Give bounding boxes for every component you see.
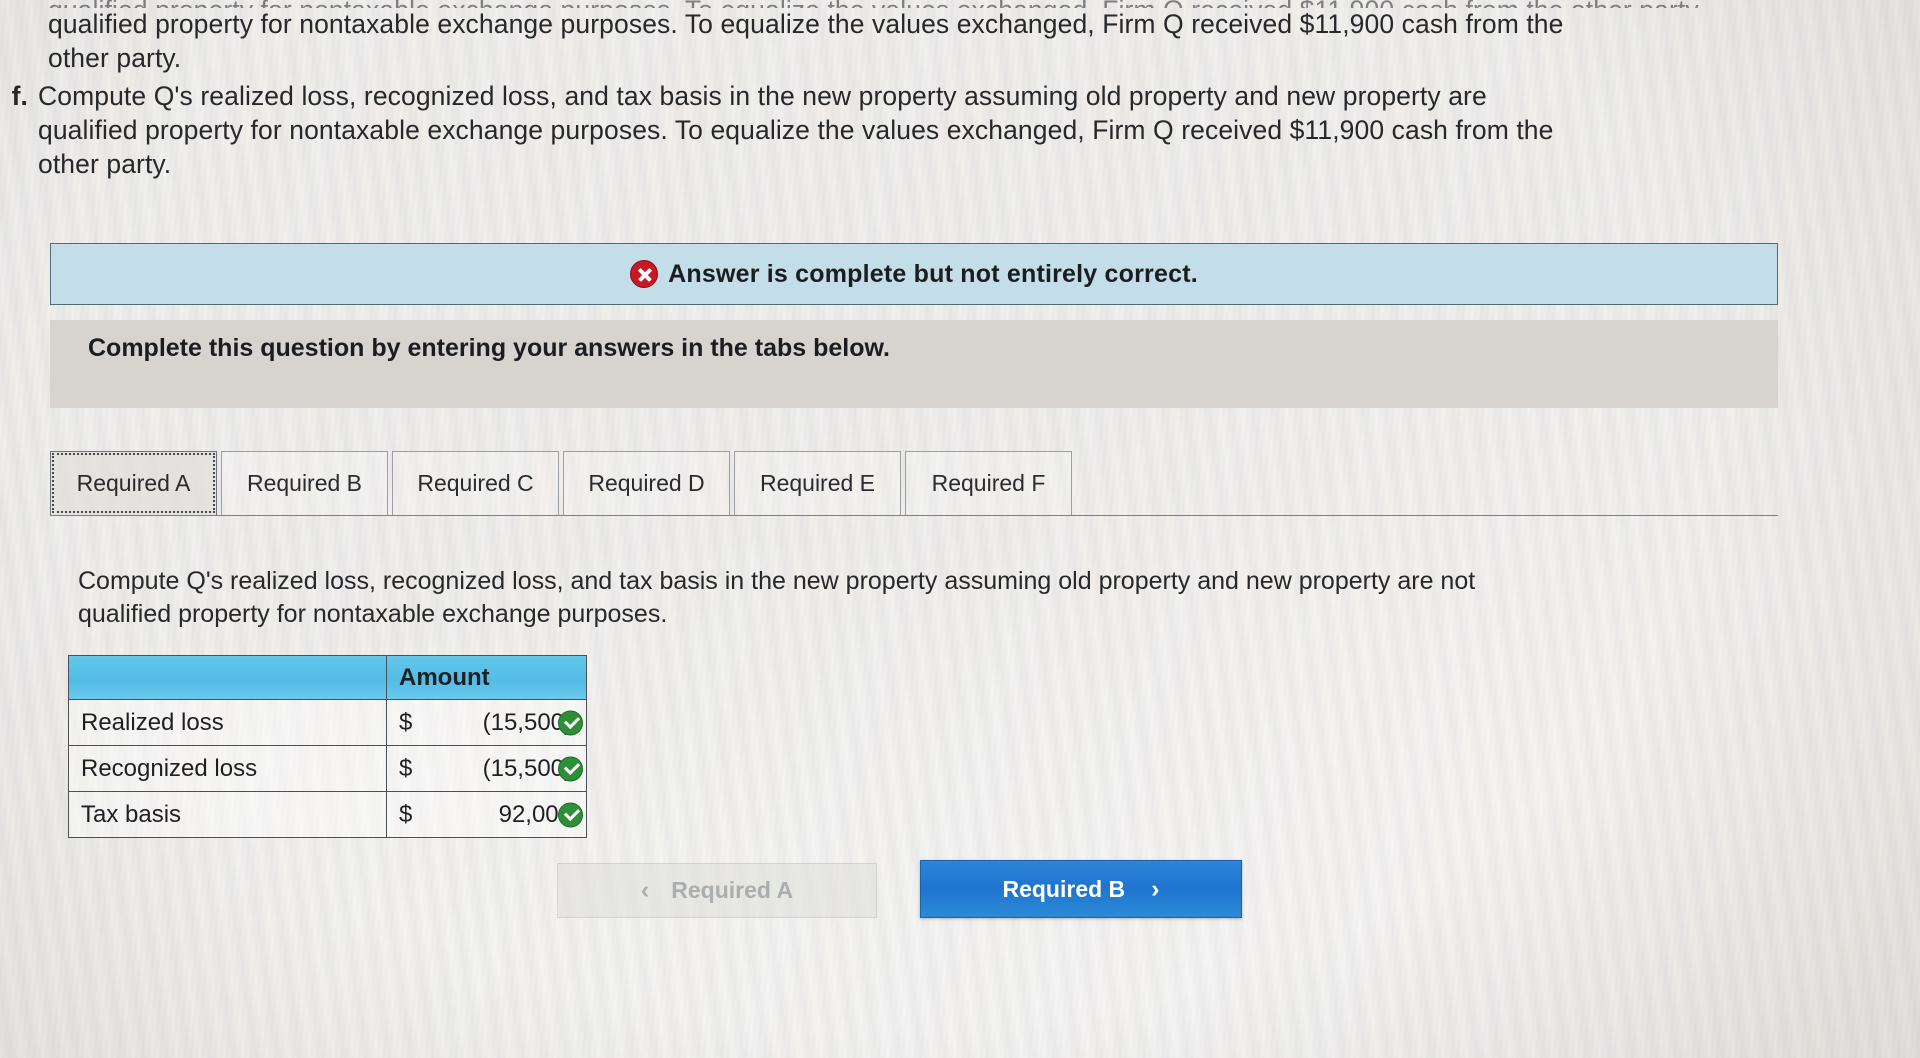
next-required-b-button[interactable]: Required B › xyxy=(920,860,1242,918)
tab-required-b-label: Required B xyxy=(246,470,363,496)
currency-symbol: $ xyxy=(399,708,413,736)
tab-required-a-label: Required A xyxy=(76,470,191,496)
currency-symbol: $ xyxy=(399,800,413,828)
sub-question-prompt-line-1: Compute Q's realized loss, recognized lo… xyxy=(78,567,1476,595)
answer-table-header-blank xyxy=(68,655,387,700)
row-amount-tax-basis[interactable]: $ 92,000 xyxy=(386,791,587,838)
tab-required-a[interactable]: Required A xyxy=(50,451,217,515)
instruction-strip: Complete this question by entering your … xyxy=(50,320,1778,408)
question-item-f-line-2: qualified property for nontaxable exchan… xyxy=(38,114,1554,145)
tab-required-d[interactable]: Required D xyxy=(563,451,730,515)
instruction-text: Complete this question by entering your … xyxy=(88,334,890,362)
required-tab-strip: Required A Required B Required C Require… xyxy=(50,444,1778,516)
table-row: Recognized loss $ (15,500) xyxy=(68,745,587,792)
row-amount-realized-loss[interactable]: $ (15,500) xyxy=(386,699,587,746)
table-row: Tax basis $ 92,000 xyxy=(68,791,587,838)
question-line-1: qualified property for nontaxable exchan… xyxy=(48,9,1564,39)
chevron-right-icon: › xyxy=(1151,874,1160,903)
answer-table-header-amount: Amount xyxy=(386,655,587,700)
row-label-recognized-loss: Recognized loss xyxy=(68,745,387,792)
status-banner-text: Answer is complete but not entirely corr… xyxy=(668,259,1198,288)
next-required-b-label: Required B xyxy=(1002,875,1126,902)
sub-question-prompt-line-2: qualified property for nontaxable exchan… xyxy=(78,599,668,628)
currency-symbol: $ xyxy=(399,754,413,782)
amount-value: (15,500) xyxy=(482,754,572,782)
question-clipped-line: qualified property for nontaxable exchan… xyxy=(48,0,1790,8)
tab-required-f-label: Required F xyxy=(931,470,1046,496)
question-text-block: qualified property for nontaxable exchan… xyxy=(0,0,1790,182)
answer-table: Amount Realized loss $ (15,500) Recogniz… xyxy=(68,655,587,838)
question-item-f-line-3: other party. xyxy=(38,148,172,179)
status-banner: Answer is complete but not entirely corr… xyxy=(50,243,1778,305)
tab-required-d-label: Required D xyxy=(588,470,705,496)
question-item-f-marker: f. xyxy=(11,80,28,111)
x-circle-icon xyxy=(630,260,659,288)
amount-value: 92,000 xyxy=(498,800,572,828)
tab-required-c-label: Required C xyxy=(417,470,534,496)
row-label-tax-basis: Tax basis xyxy=(68,791,387,838)
tab-required-f[interactable]: Required F xyxy=(905,451,1072,515)
correct-check-icon xyxy=(558,802,583,827)
tab-required-c[interactable]: Required C xyxy=(392,451,559,515)
prev-required-a-label: Required A xyxy=(671,877,794,903)
amount-value: (15,500) xyxy=(482,708,572,736)
question-item-f-line-1: Compute Q's realized loss, recognized lo… xyxy=(38,80,1487,111)
tab-required-e[interactable]: Required E xyxy=(734,451,901,515)
tab-required-e-label: Required E xyxy=(759,470,876,496)
chevron-left-icon: ‹ xyxy=(640,876,650,904)
prev-required-a-button[interactable]: ‹ Required A xyxy=(557,863,877,918)
answer-table-header-row: Amount xyxy=(68,655,587,700)
sub-question-prompt: Compute Q's realized loss, recognized lo… xyxy=(78,565,1778,630)
row-amount-recognized-loss[interactable]: $ (15,500) xyxy=(386,745,587,792)
question-line-2: other party. xyxy=(48,42,182,73)
question-item-f: f. Compute Q's realized loss, recognized… xyxy=(0,80,1790,182)
correct-check-icon xyxy=(558,756,583,781)
tab-required-b[interactable]: Required B xyxy=(221,451,388,515)
row-label-realized-loss: Realized loss xyxy=(68,699,387,746)
table-row: Realized loss $ (15,500) xyxy=(68,699,587,746)
correct-check-icon xyxy=(558,710,583,735)
